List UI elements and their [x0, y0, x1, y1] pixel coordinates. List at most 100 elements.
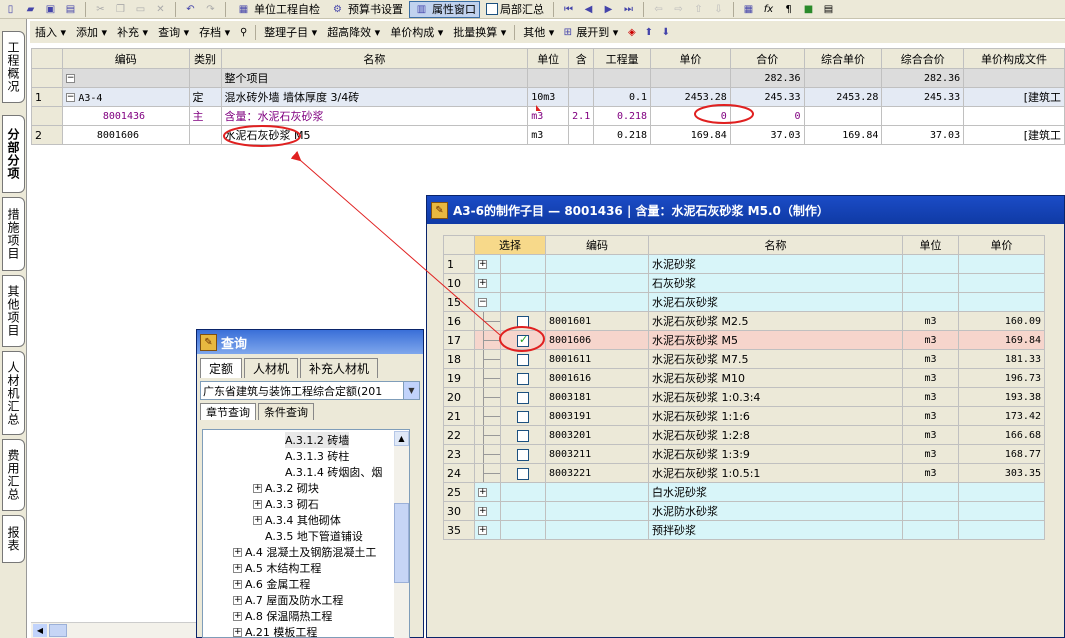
tree-node[interactable]: + A.8 保温隔热工程 — [233, 608, 332, 624]
expand-icon[interactable]: + — [233, 563, 242, 573]
cell-type[interactable]: 定 — [188, 87, 222, 107]
collapse-icon[interactable]: − — [65, 93, 75, 102]
cell-code[interactable]: 8003201 — [545, 425, 649, 445]
cell-name[interactable]: 水泥防水砂浆 — [648, 501, 903, 521]
cell-code[interactable] — [545, 482, 649, 502]
cell-price[interactable]: 193.38 — [958, 387, 1045, 407]
partial-summary-checkbox[interactable] — [486, 3, 498, 15]
select-cell[interactable] — [500, 406, 546, 426]
cell-content[interactable] — [568, 87, 595, 107]
expand-icon[interactable]: + — [233, 595, 242, 605]
cell-code[interactable] — [545, 520, 649, 540]
select-cell[interactable] — [500, 330, 546, 350]
select-cell[interactable] — [500, 311, 546, 331]
expand-cell[interactable]: + — [474, 520, 501, 540]
cell-unit[interactable] — [902, 254, 959, 274]
expand-icon[interactable]: + — [478, 488, 487, 497]
cell-name[interactable]: 水泥石灰砂浆 1:1:6 — [648, 406, 903, 426]
query-window-titlebar[interactable]: ✎ 查询 — [197, 330, 423, 354]
tree-node[interactable]: A.3.1.2 砖墙 — [285, 432, 350, 448]
sub-header-name[interactable]: 名称 — [648, 235, 903, 255]
header-unit-price[interactable]: 单价 — [650, 48, 731, 69]
sub-table-row[interactable]: 1 + 水泥砂浆 — [443, 254, 1045, 274]
header-comp-price[interactable]: 综合单价 — [803, 48, 883, 69]
query-menu[interactable]: 查询 ▾ — [153, 24, 194, 40]
header-comp-total[interactable]: 综合合价 — [881, 48, 965, 69]
cell-price[interactable]: 169.84 — [958, 330, 1045, 350]
cell-name[interactable]: 水泥石灰砂浆 1:0.3:4 — [648, 387, 903, 407]
budget-settings-button[interactable]: ⚙ 预算书设置 — [326, 1, 406, 18]
cell-code[interactable]: 8001436 — [61, 106, 190, 126]
cell-unit[interactable] — [902, 292, 959, 312]
paragraph-icon[interactable]: ¶ — [780, 2, 797, 17]
expand-icon[interactable]: + — [478, 507, 487, 516]
table-row[interactable]: − 整个项目 282.36 282.36 — [31, 68, 1065, 88]
cell-price[interactable]: 303.35 — [958, 463, 1045, 483]
header-name[interactable]: 名称 — [220, 48, 529, 69]
cell-name[interactable]: 水泥石灰砂浆 1:0.5:1 — [648, 463, 903, 483]
cell-name[interactable]: 水泥石灰砂浆 M7.5 — [648, 349, 903, 369]
cell-code[interactable] — [545, 254, 649, 274]
cell-unit-price[interactable] — [650, 68, 731, 88]
cell-unit[interactable]: m3 — [527, 125, 570, 145]
expand-icon[interactable]: + — [478, 279, 487, 288]
tab-condition-query[interactable]: 条件查询 — [258, 403, 314, 420]
tree-node[interactable]: + A.3.3 砌石 — [253, 496, 319, 512]
tab-reports[interactable]: 报表 — [2, 515, 25, 563]
batch-convert-menu[interactable]: 批量换算 ▾ — [448, 24, 511, 40]
table-row[interactable]: 8001436 主 含量：水泥石灰砂浆 m3 2.1 0.218 0 0 — [31, 106, 1065, 126]
cell-comp-price[interactable] — [803, 68, 883, 88]
cell-name[interactable]: 石灰砂浆 — [648, 273, 903, 293]
cell-comp-total[interactable]: 282.36 — [881, 68, 965, 88]
tree-node[interactable]: + A.4 混凝土及钢筋混凝土工 — [233, 544, 376, 560]
sub-table-row[interactable]: 25 + 白水泥砂浆 — [443, 482, 1045, 502]
expand-cell[interactable]: + — [474, 273, 501, 293]
cell-price[interactable] — [958, 501, 1045, 521]
sub-table-row[interactable]: 16 8001601 水泥石灰砂浆 M2.5 m3 160.09 — [443, 311, 1045, 331]
sub-table-row[interactable]: 10 + 石灰砂浆 — [443, 273, 1045, 293]
sub-table-row[interactable]: 22 8003201 水泥石灰砂浆 1:2:8 m3 166.68 — [443, 425, 1045, 445]
cell-comp-total[interactable]: 37.03 — [881, 125, 965, 145]
cell-code[interactable]: 8003211 — [545, 444, 649, 464]
cell-code[interactable] — [545, 501, 649, 521]
cell-code[interactable]: 8001616 — [545, 368, 649, 388]
cut-icon[interactable]: ✂ — [92, 2, 109, 17]
cell-name[interactable]: 混水砖外墙 墙体厚度 3/4砖 — [220, 87, 529, 107]
cell-price[interactable]: 160.09 — [958, 311, 1045, 331]
cell-price[interactable] — [958, 254, 1045, 274]
sub-table-row[interactable]: 15− 水泥石灰砂浆 — [443, 292, 1045, 312]
tree-node[interactable]: A.3.1.4 砖烟囱、烟 — [285, 464, 382, 480]
sub-header-code[interactable]: 编码 — [545, 235, 649, 255]
cell-price[interactable]: 168.77 — [958, 444, 1045, 464]
cell-name[interactable]: 水泥石灰砂浆 M2.5 — [648, 311, 903, 331]
expand-cell[interactable]: + — [474, 482, 501, 502]
sub-window-titlebar[interactable]: ✎ A3-6的制作子目 — 8001436 | 含量：水泥石灰砂浆 M5.0（制… — [427, 196, 1064, 224]
header-content[interactable]: 含 — [568, 48, 595, 69]
expand-icon[interactable]: + — [233, 547, 242, 557]
cell-name[interactable]: 水泥石灰砂浆 M10 — [648, 368, 903, 388]
cell-code[interactable]: 8001606 — [61, 125, 190, 145]
new-file-icon[interactable]: ▯ — [2, 2, 19, 17]
cell-unit[interactable]: m3 — [902, 349, 959, 369]
sub-table-row[interactable]: 24 8003221 水泥石灰砂浆 1:0.5:1 m3 303.35 — [443, 463, 1045, 483]
cell-total[interactable]: 245.33 — [729, 87, 805, 107]
cell-name[interactable]: 水泥石灰砂浆 — [648, 292, 903, 312]
cell-unit[interactable] — [902, 482, 959, 502]
scroll-thumb[interactable] — [49, 624, 67, 637]
select-checkbox[interactable] — [517, 429, 529, 442]
cell-name[interactable]: 含量：水泥石灰砂浆 — [220, 106, 529, 126]
cell-unit[interactable]: m3 — [902, 444, 959, 464]
property-window-button[interactable]: ▥ 属性窗口 — [409, 0, 480, 18]
move-up-icon[interactable]: ⬆ — [640, 25, 657, 40]
arrow-right-icon[interactable]: ⇨ — [670, 2, 687, 17]
expand-icon[interactable]: + — [253, 515, 262, 525]
tab-other-items[interactable]: 其他项目 — [2, 275, 25, 347]
tree-node[interactable]: + A.21 模板工程 — [233, 624, 317, 637]
cell-code[interactable] — [545, 292, 649, 312]
select-checkbox[interactable] — [517, 353, 529, 366]
sub-table-row[interactable]: 19 8001616 水泥石灰砂浆 M10 m3 196.73 — [443, 368, 1045, 388]
scroll-up-icon[interactable]: ▲ — [394, 431, 409, 446]
header-unit[interactable]: 单位 — [527, 48, 570, 69]
paint-icon[interactable]: ◈ — [623, 25, 640, 40]
cell-unit[interactable]: m3 — [902, 425, 959, 445]
